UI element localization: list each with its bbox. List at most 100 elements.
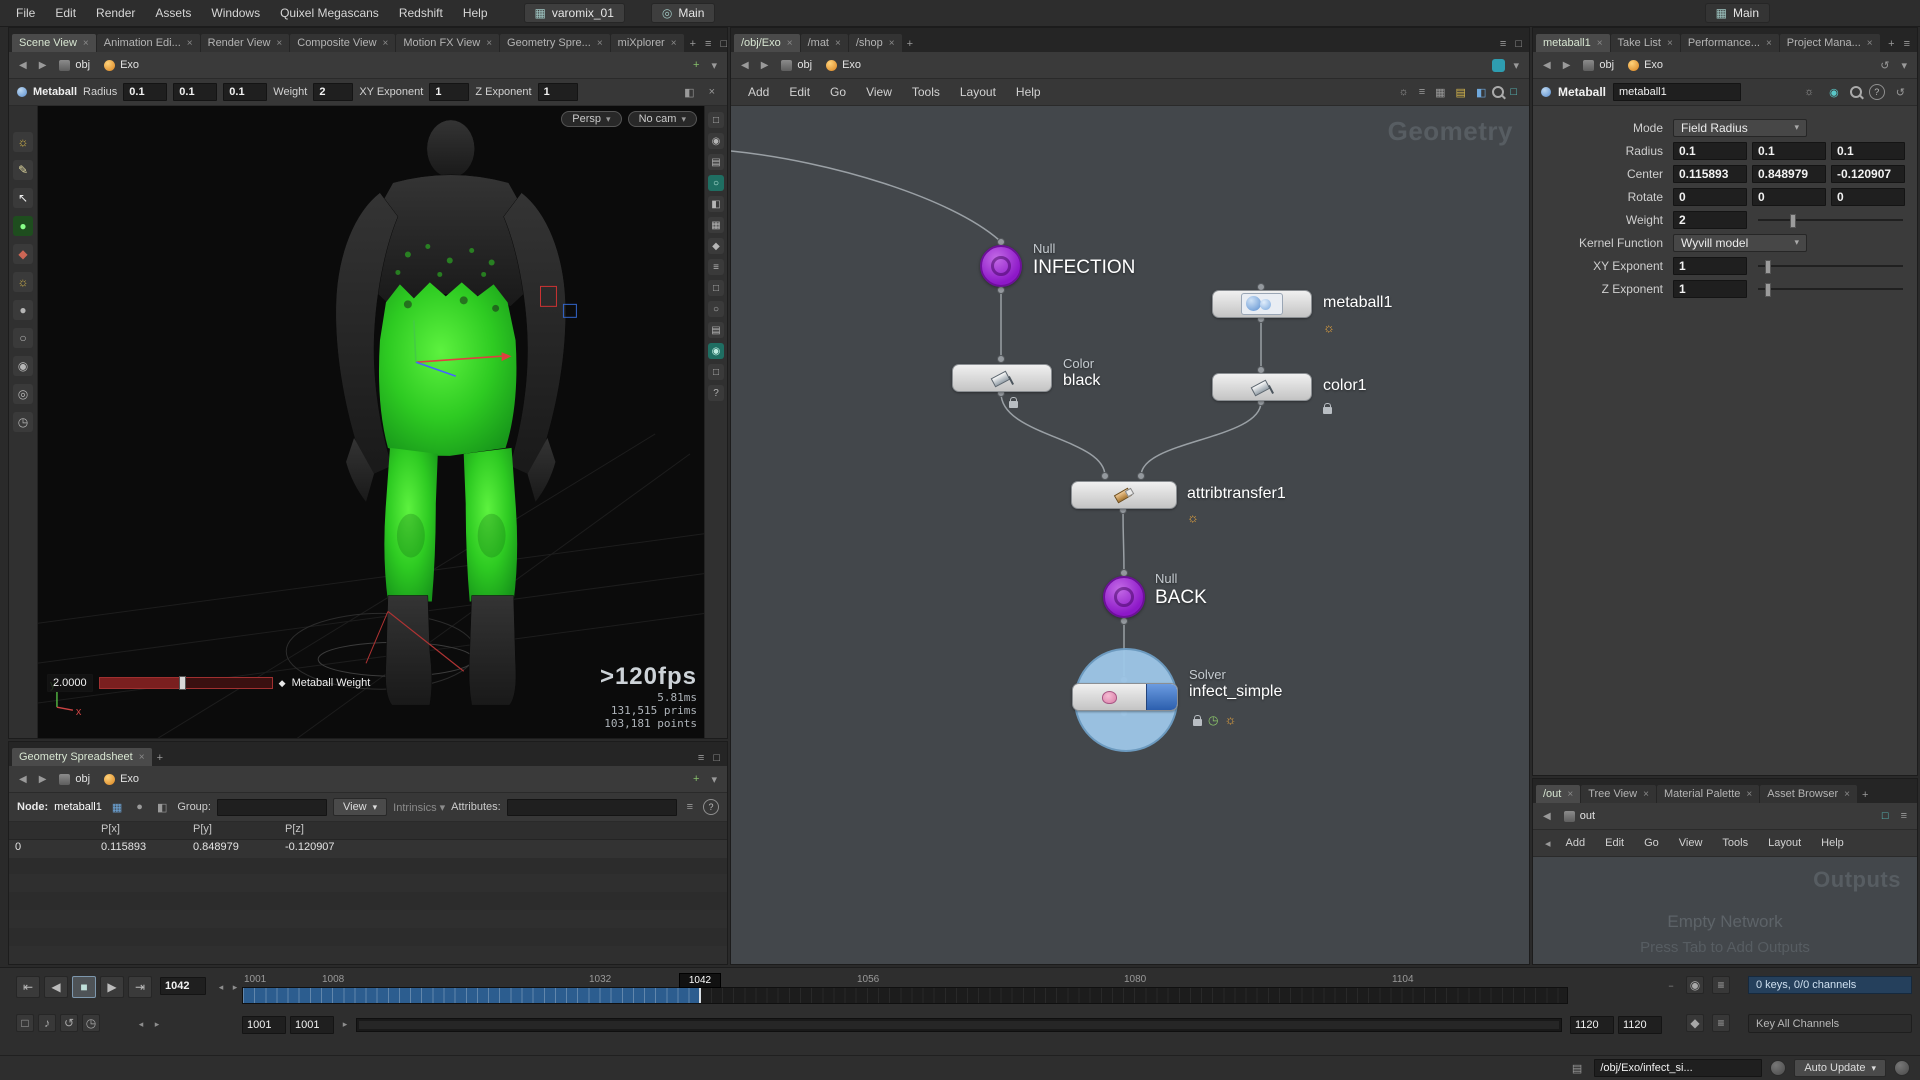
net-menu-add[interactable]: Add	[739, 83, 778, 101]
start-frame-field[interactable]: 1001	[242, 1016, 286, 1034]
viewport-canvas[interactable]: y x	[37, 106, 705, 738]
nav-back-icon[interactable]: ◀	[1539, 59, 1555, 72]
play-button[interactable]: ▶	[100, 976, 124, 998]
persp-view-button[interactable]: Persp▾	[561, 111, 621, 127]
range-play-icon[interactable]: ▸	[338, 1016, 352, 1032]
breadcrumb-obj[interactable]: obj	[776, 58, 817, 72]
xy-exponent-field[interactable]: 1	[1673, 257, 1747, 275]
tab-animation-editor[interactable]: Animation Edi...×	[97, 34, 200, 52]
net-menu-go[interactable]: Go	[821, 83, 855, 101]
connector-dot[interactable]	[998, 356, 1005, 363]
figure-tool-icon[interactable]: ◉	[13, 356, 33, 376]
tab-close-icon[interactable]: ×	[889, 38, 895, 49]
rotate-y-field[interactable]: 0	[1752, 188, 1826, 206]
tab-shop[interactable]: /shop×	[849, 34, 902, 52]
clock-flag-icon[interactable]: ◷	[1208, 713, 1218, 727]
tab-close-icon[interactable]: ×	[276, 38, 282, 49]
pencil-tool-icon[interactable]: ✎	[13, 160, 33, 180]
node-black[interactable]	[952, 364, 1052, 392]
out-menu-help[interactable]: Help	[1812, 835, 1853, 851]
message-log-icon[interactable]: ▤	[1568, 1060, 1586, 1077]
gear-icon[interactable]: ☼	[1800, 84, 1818, 100]
tab-render-view[interactable]: Render View×	[201, 34, 290, 52]
nav-back-icon[interactable]: ◀	[737, 59, 753, 72]
new-tab-icon[interactable]: +	[1858, 787, 1872, 803]
menu-edit[interactable]: Edit	[45, 2, 86, 24]
maximize-pane-icon[interactable]: □	[1511, 36, 1526, 52]
viewport-option-icon[interactable]: □	[708, 112, 724, 128]
tab-close-icon[interactable]: ×	[486, 38, 492, 49]
step-forward-icon[interactable]: ▸	[228, 979, 242, 995]
new-tab-icon[interactable]: +	[1884, 36, 1898, 52]
new-tab-icon[interactable]: +	[153, 750, 167, 766]
node-attribtransfer1[interactable]	[1071, 481, 1177, 509]
figure-tool-icon[interactable]: ●	[13, 300, 33, 320]
connector-dot[interactable]	[998, 287, 1005, 294]
tab-scene-view[interactable]: Scene View×	[12, 34, 96, 52]
radius-x-field[interactable]: 0.1	[123, 83, 167, 101]
gear-flag-icon[interactable]: ☼	[1187, 510, 1199, 525]
verts-view-icon[interactable]: ●	[132, 799, 147, 815]
desktop-selector-right[interactable]: ▦ Main	[1705, 3, 1770, 23]
tab-close-icon[interactable]: ×	[1567, 789, 1573, 800]
viewport-option-icon[interactable]: ▤	[708, 154, 724, 170]
tab-close-icon[interactable]: ×	[83, 38, 89, 49]
z-exponent-slider[interactable]	[1758, 288, 1903, 290]
playhead[interactable]	[699, 988, 701, 1003]
center-x-field[interactable]: 0.115893	[1673, 165, 1747, 183]
viewport-option-icon[interactable]: ◉	[708, 133, 724, 149]
session-tab[interactable]: ▦ varomix_01	[524, 3, 625, 23]
pane-menu-icon[interactable]: ≡	[701, 36, 715, 52]
tab-composite-view[interactable]: Composite View×	[290, 34, 395, 52]
current-node-path-field[interactable]: /obj/Exo/infect_si...	[1594, 1059, 1762, 1077]
select-arrow-icon[interactable]: ↖	[13, 188, 33, 208]
out-menu-add[interactable]: Add	[1557, 835, 1595, 851]
xy-exponent-slider[interactable]	[1758, 265, 1903, 267]
node-color1[interactable]	[1212, 373, 1312, 401]
menu-render[interactable]: Render	[86, 2, 145, 24]
new-tab-icon[interactable]: +	[686, 36, 700, 52]
table-row[interactable]: 0 0.115893 0.848979 -0.120907	[9, 840, 727, 859]
lock-icon[interactable]	[1009, 401, 1018, 408]
weight-field[interactable]: 2	[313, 83, 353, 101]
stop-button[interactable]: ■	[72, 976, 96, 998]
net-color-icon[interactable]: ◧	[1472, 84, 1490, 101]
lock-icon[interactable]	[1323, 407, 1332, 414]
network-canvas[interactable]: Geometry	[731, 106, 1529, 964]
breadcrumb-obj[interactable]: obj	[54, 58, 95, 72]
playhead-frame-label[interactable]: 1042	[679, 973, 721, 988]
ribbon-tool-icon[interactable]: ◆	[13, 244, 33, 264]
tab-close-icon[interactable]: ×	[597, 38, 603, 49]
breadcrumb-exo[interactable]: Exo	[99, 58, 144, 72]
group-field[interactable]	[217, 799, 327, 816]
viewport-option-icon[interactable]: ◧	[708, 196, 724, 212]
nav-back-icon[interactable]: ◀	[15, 773, 31, 786]
tab-material-palette[interactable]: Material Palette×	[1657, 785, 1759, 803]
chevron-down-icon[interactable]: ▾	[707, 57, 721, 74]
tab-close-icon[interactable]: ×	[1867, 38, 1873, 49]
tab-tree-view[interactable]: Tree View×	[1581, 785, 1656, 803]
index-column-header[interactable]	[9, 822, 95, 839]
end-frame-field[interactable]: 1120	[1618, 1016, 1662, 1034]
metaball-weight-slider[interactable]	[99, 677, 273, 689]
viewport-option-icon[interactable]: ○	[708, 301, 724, 317]
step-back-icon[interactable]: ◂	[214, 979, 228, 995]
tab-close-icon[interactable]: ×	[835, 38, 841, 49]
tab-close-icon[interactable]: ×	[787, 38, 793, 49]
viewport[interactable]: ☼ ✎ ↖ ● ◆ ☼ ● ○ ◉ ◎ ◷ □ ◉ ▤ ○ ◧ ▦ ◆ ≡	[9, 106, 727, 738]
node-back[interactable]	[1103, 576, 1145, 618]
menu-file[interactable]: File	[6, 2, 45, 24]
net-palette-icon[interactable]: ▤	[1452, 84, 1470, 101]
column-header[interactable]: P[x]	[95, 822, 187, 839]
toolbar-close-icon[interactable]: ×	[705, 84, 719, 100]
add-icon[interactable]: +	[689, 771, 703, 787]
center-z-field[interactable]: -0.120907	[1831, 165, 1905, 183]
net-menu-help[interactable]: Help	[1007, 83, 1050, 101]
chevron-down-icon[interactable]: ▾	[707, 771, 721, 788]
tab-close-icon[interactable]: ×	[383, 38, 389, 49]
view-dropdown[interactable]: View▾	[333, 798, 387, 816]
tab-mat[interactable]: /mat×	[801, 34, 848, 52]
center-y-field[interactable]: 0.848979	[1752, 165, 1826, 183]
tab-geometry-spreadsheet[interactable]: Geometry Spre...×	[500, 34, 610, 52]
column-header[interactable]: P[y]	[187, 822, 279, 839]
